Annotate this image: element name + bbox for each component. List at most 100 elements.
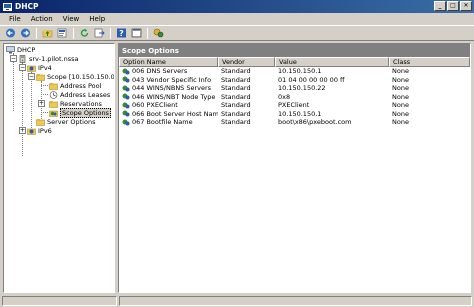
tree-node-server-options[interactable]: Server Options — [36, 117, 95, 126]
menu-view[interactable]: View — [58, 15, 85, 23]
server-icon — [19, 54, 26, 63]
option-icon — [122, 110, 130, 117]
options-icon — [153, 28, 164, 38]
option-name: 066 Boot Server Host Name — [132, 109, 218, 118]
tree-label-server: srv-1.pilot.nssa — [29, 54, 79, 63]
window-title: DHCP — [15, 2, 39, 11]
details-pane-title: Scope Options — [119, 44, 470, 57]
tree-node-scope-options[interactable]: Scope Options — [49, 107, 111, 118]
option-value: 01 04 00 00 00 00 ff — [278, 75, 345, 84]
console-button[interactable] — [130, 27, 143, 39]
expand-server-toggle[interactable]: − — [10, 55, 17, 62]
options-list: 006 DNS Servers Standard 10.150.150.1 None 0… — [119, 67, 470, 127]
forward-button[interactable] — [19, 27, 32, 39]
option-row[interactable]: 060 PXEClient Standard PXEClient None — [119, 101, 470, 110]
tree-label-address-pool: Address Pool — [60, 81, 102, 90]
option-name: 006 DNS Servers — [132, 67, 188, 76]
dhcp-icon — [6, 45, 15, 53]
forward-icon — [21, 28, 30, 38]
option-class: None — [392, 101, 409, 110]
option-row[interactable]: 006 DNS Servers Standard 10.150.150.1 None — [119, 67, 470, 76]
column-header-class[interactable]: Class — [389, 57, 470, 67]
option-vendor: Standard — [221, 92, 251, 101]
option-row[interactable]: 067 Bootfile Name Standard boot\x86\pxeboo… — [119, 118, 470, 127]
option-vendor: Standard — [221, 118, 251, 127]
back-button[interactable] — [4, 27, 17, 39]
tree-connector — [41, 112, 48, 113]
expand-ipv4-toggle[interactable]: − — [19, 64, 26, 71]
column-header-row: Option Name Vendor Value Class — [119, 57, 470, 67]
tree-connector — [41, 94, 48, 95]
tree-label-ipv6: IPv6 — [38, 126, 52, 135]
minimize-button[interactable]: _ — [434, 1, 446, 11]
tree-node-ipv6[interactable]: IPv6 — [27, 126, 52, 135]
option-icon — [122, 68, 130, 75]
toolbar-separator — [110, 27, 111, 39]
help-button[interactable]: ? — [115, 27, 128, 39]
folder-icon — [49, 100, 58, 108]
expand-ipv6-toggle[interactable]: + — [19, 127, 26, 134]
tree-label-dhcp: DHCP — [17, 45, 36, 54]
menu-action[interactable]: Action — [26, 15, 58, 23]
expand-scope-toggle[interactable]: − — [28, 73, 35, 80]
ipv4-icon — [27, 65, 36, 72]
option-class: None — [392, 84, 409, 93]
toolbar-separator — [147, 27, 148, 39]
tree-node-address-pool[interactable]: Address Pool — [49, 81, 101, 90]
toolbar-separator — [73, 27, 74, 39]
status-panel — [2, 296, 117, 306]
option-class: None — [392, 109, 409, 118]
option-icon — [122, 93, 130, 100]
toolbar: ? — [0, 25, 474, 41]
column-header-option-name[interactable]: Option Name — [119, 57, 218, 67]
option-row[interactable]: 043 Vendor Specific Info Standard 01 04 00… — [119, 76, 470, 85]
tree-node-server[interactable]: srv-1.pilot.nssa — [18, 54, 78, 63]
option-name: 046 WINS/NBT Node Type — [132, 92, 216, 101]
menu-bar: File Action View Help — [0, 13, 474, 25]
option-row[interactable]: 044 WINS/NBNS Servers Standard 10.150.150.… — [119, 84, 470, 93]
up-folder-button[interactable] — [41, 27, 54, 39]
option-vendor: Standard — [221, 101, 251, 110]
tree-node-scope[interactable]: Scope [10.150.150.0] N — [36, 72, 114, 81]
option-row[interactable]: 046 WINS/NBT Node Type Standard 0x8 None — [119, 93, 470, 102]
refresh-button[interactable] — [78, 27, 91, 39]
option-class: None — [392, 75, 409, 84]
export-list-button[interactable] — [93, 27, 106, 39]
folder-open-icon — [36, 73, 45, 81]
option-name: 067 Bootfile Name — [132, 118, 193, 127]
toolbar-separator — [36, 27, 37, 39]
option-name-cell: 006 DNS Servers — [119, 67, 218, 75]
option-name-cell: 066 Boot Server Host Name — [119, 110, 218, 118]
close-button[interactable]: ✕ — [460, 1, 472, 11]
option-name: 043 Vendor Specific Info — [132, 75, 212, 84]
status-panel — [119, 296, 472, 306]
refresh-icon — [80, 28, 89, 37]
option-vendor: Standard — [221, 84, 251, 93]
properties-icon — [57, 28, 67, 38]
svg-text:?: ? — [119, 29, 124, 38]
option-icon — [122, 102, 130, 109]
status-bar — [0, 295, 474, 307]
expand-reservations-toggle[interactable]: + — [38, 100, 45, 107]
column-header-value[interactable]: Value — [275, 57, 389, 67]
column-header-vendor[interactable]: Vendor — [218, 57, 275, 67]
tree-label-address-leases: Address Leases — [60, 90, 111, 99]
tree-node-address-leases[interactable]: Address Leases — [49, 90, 110, 99]
menu-help[interactable]: Help — [84, 15, 110, 23]
menu-file[interactable]: File — [4, 15, 26, 23]
tree-label-reservations: Reservations — [60, 99, 102, 108]
option-row[interactable]: 066 Boot Server Host Name Standard 10.150.… — [119, 110, 470, 119]
option-icon — [122, 119, 130, 126]
properties-button[interactable] — [56, 27, 69, 39]
tree-node-dhcp[interactable]: DHCP — [6, 45, 35, 54]
up-folder-icon — [42, 30, 53, 38]
tree-label-ipv4: IPv4 — [38, 63, 52, 72]
option-class: None — [392, 92, 409, 101]
option-class: None — [392, 118, 409, 127]
tree-node-ipv4[interactable]: IPv4 — [27, 63, 52, 72]
options-button[interactable] — [152, 27, 165, 39]
maximize-button[interactable]: □ — [447, 1, 459, 11]
option-name-cell: 060 PXEClient — [119, 101, 218, 109]
option-value: 10.150.150.1 — [278, 67, 322, 76]
option-vendor: Standard — [221, 75, 251, 84]
